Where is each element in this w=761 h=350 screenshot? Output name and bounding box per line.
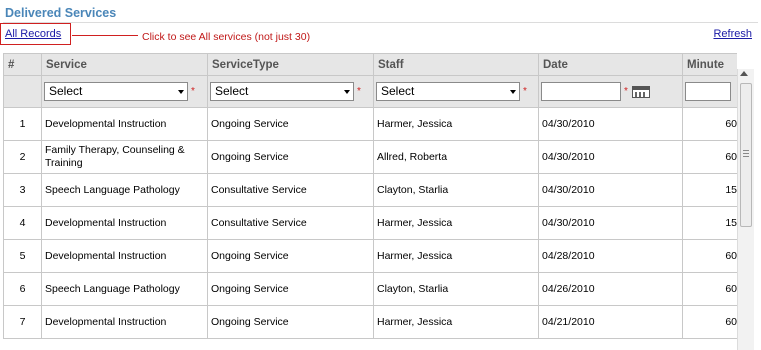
minute-filter-input[interactable] [685,82,731,101]
minute-cell: 15 [682,206,737,240]
minute-cell: 60 [682,272,737,306]
table-row[interactable]: 5 Developmental Instruction Ongoing Serv… [3,239,737,273]
staff-cell: Harmer, Jessica [373,305,539,339]
calendar-icon[interactable] [631,85,650,98]
staff-cell: Clayton, Starlia [373,272,539,306]
filter-cell-date: * [538,75,683,108]
minute-cell: 15 [682,173,737,207]
row-number: 4 [3,206,42,240]
row-number: 2 [3,140,42,174]
required-marker: * [191,86,195,97]
refresh-link[interactable]: Refresh [713,28,752,40]
table-row[interactable]: 4 Developmental Instruction Consultative… [3,206,737,240]
minute-cell: 60 [682,239,737,273]
all-records-link[interactable]: All Records [5,28,61,40]
required-marker: * [357,86,361,97]
service-cell: Developmental Instruction [41,206,208,240]
header-row: # Service ServiceType Staff Date Minute [3,53,737,76]
column-header-number[interactable]: # [3,53,42,76]
filter-row: Select * Select * Select * * [3,75,737,108]
minute-cell: 60 [682,305,737,339]
page-title: Delivered Services [5,6,117,20]
date-cell: 04/30/2010 [538,107,683,141]
staff-cell: Harmer, Jessica [373,239,539,273]
minute-cell: 60 [682,140,737,174]
date-cell: 04/28/2010 [538,239,683,273]
service-type-cell: Consultative Service [207,173,374,207]
title-divider [3,22,758,23]
services-table: # Service ServiceType Staff Date Minute … [3,53,737,339]
column-header-date[interactable]: Date [538,53,683,76]
service-type-filter-value: Select [215,84,249,98]
staff-cell: Allred, Roberta [373,140,539,174]
date-cell: 04/30/2010 [538,173,683,207]
staff-filter-select[interactable]: Select [376,82,520,101]
service-type-cell: Consultative Service [207,206,374,240]
scrollbar-thumb[interactable] [740,83,752,227]
service-type-cell: Ongoing Service [207,305,374,339]
vertical-scrollbar[interactable] [737,69,754,350]
service-type-cell: Ongoing Service [207,107,374,141]
service-cell: Developmental Instruction [41,239,208,273]
table-row[interactable]: 6 Speech Language Pathology Ongoing Serv… [3,272,737,306]
table-row[interactable]: 7 Developmental Instruction Ongoing Serv… [3,305,737,339]
filter-cell-staff: Select * [373,75,539,108]
row-number: 5 [3,239,42,273]
column-header-service[interactable]: Service [41,53,208,76]
table-row[interactable]: 2 Family Therapy, Counseling & Training … [3,140,737,174]
column-header-minute[interactable]: Minute [682,53,737,76]
callout-text: Click to see All services (not just 30) [142,31,311,43]
filter-cell-service-type: Select * [207,75,374,108]
table-row[interactable]: 3 Speech Language Pathology Consultative… [3,173,737,207]
column-header-staff[interactable]: Staff [373,53,539,76]
chevron-down-icon [344,90,350,94]
staff-cell: Clayton, Starlia [373,173,539,207]
service-type-cell: Ongoing Service [207,140,374,174]
service-type-filter-select[interactable]: Select [210,82,354,101]
scroll-up-arrow-icon[interactable] [740,71,748,76]
date-cell: 04/26/2010 [538,272,683,306]
required-marker: * [624,86,628,97]
services-grid: # Service ServiceType Staff Date Minute … [3,53,737,350]
filter-cell-service: Select * [41,75,208,108]
callout-line [72,35,138,36]
service-type-cell: Ongoing Service [207,272,374,306]
service-type-cell: Ongoing Service [207,239,374,273]
staff-cell: Harmer, Jessica [373,107,539,141]
required-marker: * [523,86,527,97]
date-cell: 04/21/2010 [538,305,683,339]
row-number: 3 [3,173,42,207]
chevron-down-icon [178,90,184,94]
minute-cell: 60 [682,107,737,141]
filter-cell-minute [682,75,737,108]
service-cell: Family Therapy, Counseling & Training [41,140,208,174]
service-filter-select[interactable]: Select [44,82,188,101]
service-cell: Speech Language Pathology [41,272,208,306]
service-cell: Developmental Instruction [41,305,208,339]
row-number: 7 [3,305,42,339]
chevron-down-icon [510,90,516,94]
filter-cell-number [3,75,42,108]
date-filter-input[interactable] [541,82,621,101]
column-header-service-type[interactable]: ServiceType [207,53,374,76]
service-cell: Developmental Instruction [41,107,208,141]
staff-filter-value: Select [381,84,415,98]
date-cell: 04/30/2010 [538,206,683,240]
grip-icon [743,150,749,157]
staff-cell: Harmer, Jessica [373,206,539,240]
table-row[interactable]: 1 Developmental Instruction Ongoing Serv… [3,107,737,141]
row-number: 6 [3,272,42,306]
service-filter-value: Select [49,84,83,98]
service-cell: Speech Language Pathology [41,173,208,207]
date-cell: 04/30/2010 [538,140,683,174]
row-number: 1 [3,107,42,141]
